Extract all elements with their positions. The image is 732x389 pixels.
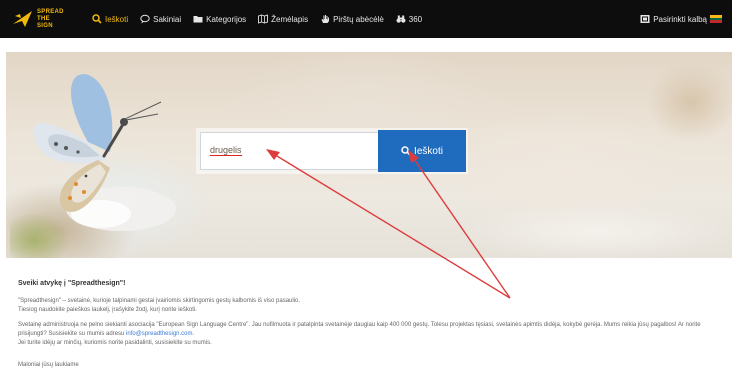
search-icon (92, 14, 102, 24)
search-button-label: Ieškoti (414, 145, 443, 157)
globe-icon (640, 14, 650, 24)
nav-item-map[interactable]: Žemėlapis (252, 0, 314, 38)
nav-item-search[interactable]: Ieškoti (86, 0, 134, 38)
logo-text-line: SPREAD (37, 8, 64, 15)
folder-icon (193, 14, 203, 24)
nav-item-label: Žemėlapis (271, 14, 309, 24)
welcome-paragraph: "Spreadthesign" – svetainė, kurioje talp… (18, 298, 301, 304)
nav-item-fingerspelling[interactable]: Pirštų abėcėlė (314, 0, 390, 38)
welcome-paragraph: Tiesiog naudokite paieškos laukelį, įraš… (18, 307, 197, 313)
top-navigation-bar: SPREAD THE SIGN Ieškoti Sakiniai Kategor… (0, 0, 732, 38)
speech-bubble-icon (140, 14, 150, 24)
language-selector-label: Pasirinkti kalbą (653, 14, 707, 24)
binoculars-icon (396, 14, 406, 24)
logo-text-line: SIGN (37, 22, 53, 29)
search-input-value: drugelis (210, 145, 242, 156)
logo-text-line: THE (37, 15, 50, 22)
search-icon (401, 146, 411, 156)
nav-item-label: Ieškoti (105, 14, 129, 24)
nav-item-label: Sakiniai (153, 14, 182, 24)
hand-icon (320, 14, 330, 24)
nav-item-label: 360 (408, 14, 423, 24)
main-nav: Ieškoti Sakiniai Kategorijos Žemėlapis P… (86, 0, 428, 38)
nav-item-label: Pirštų abėcėlė (333, 14, 384, 24)
welcome-closing: Maloniai jūsų laukiame (18, 362, 79, 368)
welcome-paragraph: Svetainę administruoja ne pelno siekiant… (18, 322, 701, 337)
lithuania-flag-icon (710, 15, 722, 24)
nav-item-label: Kategorijos (206, 14, 247, 24)
nav-item-sentences[interactable]: Sakiniai (134, 0, 187, 38)
contact-email-link[interactable]: info@spreadthesign.com (126, 331, 192, 337)
language-selector[interactable]: Pasirinkti kalbą (640, 0, 722, 38)
nav-item-categories[interactable]: Kategorijos (187, 0, 252, 38)
butterfly-image (33, 74, 176, 231)
welcome-section: Sveiki atvykę į "Spreadthesign"! "Spread… (18, 280, 718, 370)
logo-plane-icon (12, 8, 34, 30)
map-icon (258, 14, 269, 24)
welcome-paragraph: Jei turite idėjų ar minčių, kuriomis nor… (18, 340, 212, 346)
nav-item-360[interactable]: 360 (390, 0, 428, 38)
welcome-paragraph-text: Svetainę administruoja ne pelno siekiant… (18, 322, 701, 337)
spreadthesign-logo[interactable]: SPREAD THE SIGN (12, 5, 70, 33)
welcome-title: Sveiki atvykę į "Spreadthesign"! (18, 280, 126, 287)
search-button[interactable]: Ieškoti (378, 130, 466, 172)
